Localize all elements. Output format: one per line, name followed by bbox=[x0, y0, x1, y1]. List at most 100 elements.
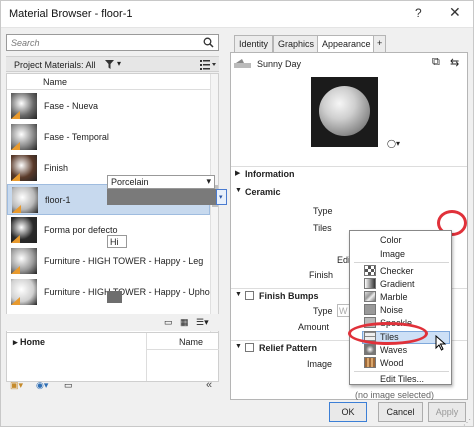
search-icon[interactable] bbox=[203, 37, 214, 48]
checker-icon bbox=[364, 265, 376, 276]
bumps-type-value: W bbox=[339, 306, 348, 316]
menu-item-wood[interactable]: Wood bbox=[380, 358, 403, 368]
open-library-icon[interactable]: ▣▾ bbox=[10, 380, 23, 391]
collapse-icon: ▼ bbox=[235, 343, 242, 350]
mouse-cursor-icon bbox=[435, 335, 447, 351]
project-materials-bar: Project Materials: All ▾ bbox=[6, 56, 219, 72]
create-material-icon[interactable]: ◉▾ bbox=[36, 380, 48, 391]
tiles-label: Tiles bbox=[313, 223, 332, 233]
tiles-swatch[interactable] bbox=[107, 189, 217, 205]
material-name: Fase - Temporal bbox=[44, 132, 109, 142]
material-name: Forma por defecto bbox=[44, 225, 118, 235]
type-value: Porcelain bbox=[111, 177, 149, 187]
material-name: Furniture - HIGH TOWER - Happy - Upholst bbox=[44, 287, 219, 297]
panel-icon[interactable]: ▭ bbox=[64, 380, 73, 391]
material-badge-icon bbox=[11, 266, 20, 274]
list-item[interactable]: Fase - Nueva bbox=[7, 91, 210, 122]
expand-icon: ▶ bbox=[235, 170, 241, 177]
gradient-icon bbox=[364, 278, 376, 289]
duplicate-asset-icon[interactable]: ⧉ bbox=[432, 56, 440, 69]
chevron-down-icon[interactable]: ▾ bbox=[117, 59, 121, 68]
list-header[interactable]: Name bbox=[7, 74, 210, 90]
type-label: Type bbox=[313, 206, 333, 216]
section-label: Relief Pattern bbox=[259, 343, 318, 353]
list-view-icon[interactable]: ☰▾ bbox=[196, 317, 209, 328]
divider bbox=[147, 349, 219, 350]
finish-dropdown[interactable]: Hi bbox=[107, 235, 127, 248]
material-name: floor-1 bbox=[45, 195, 71, 205]
dialog-footer: OK Cancel Apply bbox=[1, 401, 473, 426]
menu-item-checker[interactable]: Checker bbox=[380, 266, 414, 276]
left-bottom-toolbar: ▣▾ ◉▾ ▭ « bbox=[6, 379, 219, 395]
list-item[interactable]: Fase - Temporal bbox=[7, 122, 210, 153]
enable-checkbox[interactable] bbox=[245, 343, 254, 352]
add-tab-button[interactable]: + bbox=[373, 35, 387, 53]
menu-item-marble[interactable]: Marble bbox=[380, 292, 408, 302]
bumps-type-label: Type bbox=[313, 306, 333, 316]
ok-button[interactable]: OK bbox=[329, 402, 367, 422]
image-note: (no image selected) bbox=[355, 390, 435, 400]
resize-grip-icon[interactable]: ⋰ bbox=[463, 418, 471, 427]
material-badge-icon bbox=[11, 235, 20, 243]
material-badge-icon bbox=[11, 297, 20, 305]
asset-name: Sunny Day bbox=[257, 59, 302, 69]
title-bar: Material Browser - floor-1 ? ✕ bbox=[1, 1, 473, 28]
tab-label: Appearance bbox=[322, 39, 371, 49]
asset-icon bbox=[234, 59, 251, 68]
section-ceramic[interactable]: ▼ Ceramic bbox=[231, 185, 467, 200]
menu-item-noise[interactable]: Noise bbox=[380, 305, 403, 315]
menu-item-color[interactable]: Color bbox=[380, 235, 402, 245]
tab-appearance[interactable]: Appearance bbox=[317, 35, 376, 53]
menu-item-edit-tiles[interactable]: Edit Tiles... bbox=[380, 374, 424, 384]
search-input[interactable]: Search bbox=[6, 34, 219, 51]
material-badge-icon bbox=[11, 173, 20, 181]
tab-label: Graphics bbox=[278, 39, 315, 49]
apply-button[interactable]: Apply bbox=[428, 402, 466, 422]
image-label: Image bbox=[307, 359, 333, 369]
tab-graphics[interactable]: Graphics bbox=[273, 35, 320, 53]
left-pane: Search Project Materials: All ▾ Name Fas… bbox=[6, 32, 219, 402]
material-badge-icon bbox=[11, 142, 20, 150]
material-badge-icon bbox=[12, 205, 21, 213]
library-toolbar: ▭ ▦ ☰▾ bbox=[6, 314, 219, 331]
material-name: Furniture - HIGH TOWER - Happy - Leg bbox=[44, 256, 204, 266]
amount-label: Amount bbox=[298, 322, 330, 332]
list-view-icon[interactable] bbox=[200, 59, 216, 70]
help-icon[interactable]: ? bbox=[415, 6, 422, 20]
library-tree-item-home[interactable]: ▸ Home bbox=[13, 337, 45, 348]
scrollbar[interactable] bbox=[210, 74, 218, 336]
section-information[interactable]: ▶ Information bbox=[231, 166, 467, 181]
material-preview bbox=[311, 77, 378, 147]
library-name-header[interactable]: Name bbox=[179, 337, 203, 347]
library-panel: ▸ Home Name bbox=[6, 332, 219, 382]
search-placeholder: Search bbox=[11, 38, 40, 48]
replace-asset-icon[interactable]: ⇆ bbox=[450, 56, 459, 69]
cancel-button[interactable]: Cancel bbox=[378, 402, 423, 422]
home-label: Home bbox=[20, 337, 46, 347]
amount-slider[interactable] bbox=[107, 291, 122, 303]
chevron-down-icon: ▾ bbox=[206, 176, 211, 186]
window-title: Material Browser - floor-1 bbox=[9, 8, 133, 20]
tab-identity[interactable]: Identity bbox=[234, 35, 274, 53]
material-name: Finish bbox=[44, 163, 69, 173]
menu-divider bbox=[354, 371, 449, 372]
panel-toggle-icon[interactable]: ▭ bbox=[164, 317, 173, 328]
list-item[interactable]: Furniture - HIGH TOWER - Happy - Leg bbox=[7, 246, 210, 277]
section-label: Finish Bumps bbox=[259, 291, 319, 301]
menu-item-waves[interactable]: Waves bbox=[380, 345, 407, 355]
grid-view-icon[interactable]: ▦ bbox=[180, 317, 189, 328]
enable-checkbox[interactable] bbox=[245, 291, 254, 300]
filter-icon[interactable] bbox=[105, 60, 114, 69]
collapse-icon[interactable]: « bbox=[206, 379, 212, 391]
preview-options-icon[interactable]: ◯▾ bbox=[387, 139, 400, 148]
library-tree: ▸ Home bbox=[7, 333, 147, 381]
close-icon[interactable]: ✕ bbox=[449, 4, 461, 21]
finish-value: Hi bbox=[110, 237, 119, 247]
menu-item-image[interactable]: Image bbox=[380, 249, 405, 259]
add-icon: + bbox=[377, 38, 383, 48]
type-dropdown[interactable]: Porcelain ▾ bbox=[107, 175, 215, 189]
name-column-header: Name bbox=[43, 77, 68, 87]
menu-item-gradient[interactable]: Gradient bbox=[380, 279, 415, 289]
menu-divider bbox=[354, 262, 449, 263]
tiles-options-button[interactable]: ▾ bbox=[216, 189, 227, 205]
